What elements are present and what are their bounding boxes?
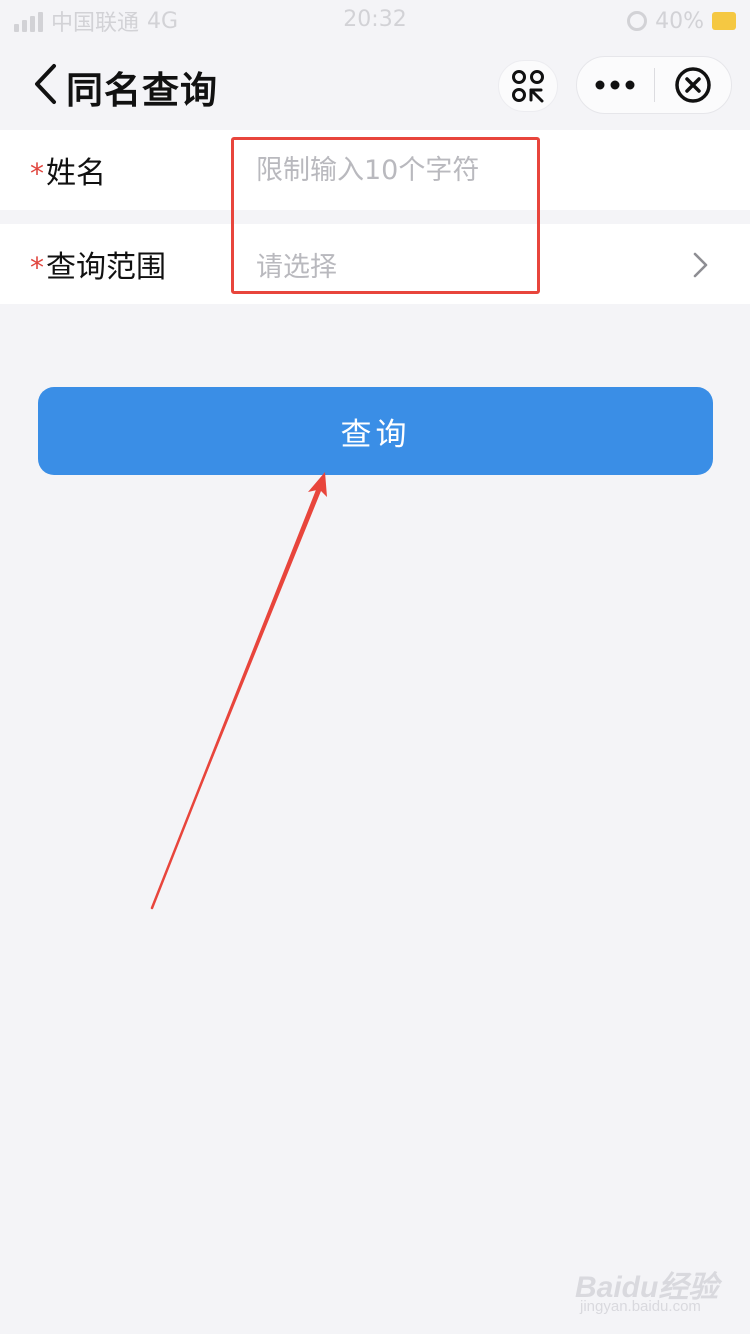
network-type: 4G <box>147 8 179 34</box>
more-button[interactable] <box>577 57 654 113</box>
query-button[interactable]: 查询 <box>38 387 713 475</box>
scan-button[interactable] <box>498 60 558 112</box>
range-label-text: 查询范围 <box>46 250 166 285</box>
battery-icon <box>712 12 736 30</box>
range-label: * 查询范围 <box>30 242 166 286</box>
signal-icon <box>14 10 43 32</box>
status-bar: 中国联通 4G 40% 20:32 <box>0 0 750 42</box>
carrier-name: 中国联通 <box>51 11 140 36</box>
name-input[interactable] <box>256 140 696 200</box>
menu-capsule <box>576 56 732 114</box>
chevron-left-icon <box>35 64 56 104</box>
status-left: 中国联通 4G <box>14 5 178 37</box>
chevron-right-icon <box>693 252 708 278</box>
screen: 中国联通 4G 40% 20:32 同名查询 * 姓名 限制输入10个字符 * … <box>0 0 750 1334</box>
required-mark: * <box>30 157 44 190</box>
back-button[interactable] <box>30 62 60 106</box>
close-circle-icon <box>675 67 711 103</box>
close-button[interactable] <box>655 57 732 113</box>
name-label-text: 姓名 <box>46 156 106 191</box>
more-dots-icon <box>595 80 635 90</box>
alarm-icon <box>627 11 648 31</box>
name-label: * 姓名 <box>30 148 106 192</box>
range-select[interactable]: 请选择 <box>256 245 337 284</box>
nav-bar: 同名查询 <box>0 42 750 128</box>
battery-percent: 40% <box>655 8 704 34</box>
page-title: 同名查询 <box>66 69 218 112</box>
form-row-range[interactable]: * 查询范围 请选择 <box>0 224 750 304</box>
form-row-name: * 姓名 <box>0 130 750 210</box>
required-mark: * <box>30 251 44 284</box>
status-right: 40% <box>627 9 736 34</box>
scan-icon <box>512 70 544 103</box>
watermark-url: jingyan.baidu.com <box>580 1298 701 1315</box>
